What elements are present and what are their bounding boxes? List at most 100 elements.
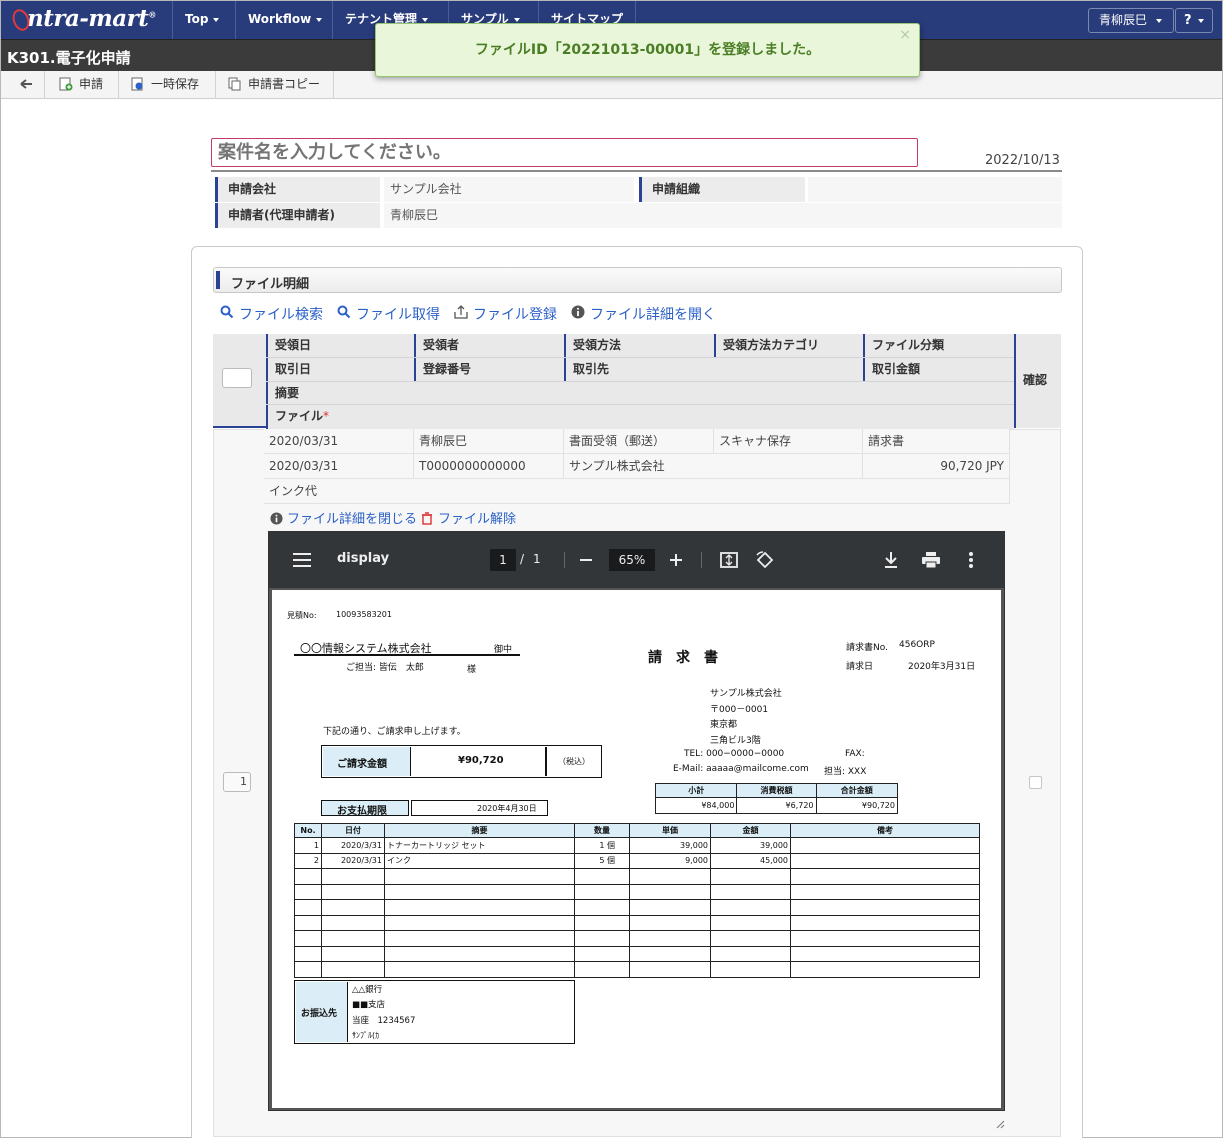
header-receiver: 受領者 — [414, 334, 564, 358]
summary-table: 小計 消費税額 合計金額 ¥84,000 ¥6,720 ¥90,720 — [654, 783, 899, 814]
pdf-file-name: display — [337, 551, 390, 566]
logo-text: ntra-mart — [27, 5, 149, 32]
header-partner: 取引先 — [564, 358, 863, 382]
trash-icon — [422, 512, 432, 525]
zoom-out-icon[interactable] — [580, 559, 592, 561]
rotate-icon[interactable] — [756, 551, 774, 569]
zoom-in-icon[interactable] — [670, 554, 682, 566]
nav-top-label: Top — [185, 12, 209, 26]
temp-save-label: 一時保存 — [151, 77, 200, 91]
print-icon[interactable] — [922, 552, 940, 568]
copy-icon — [228, 77, 241, 90]
invoice-date: 2020年3月31日 — [908, 662, 976, 672]
page-title: K301.電子化申請 — [7, 49, 131, 67]
toolbar-divider — [564, 552, 565, 568]
org-value — [808, 177, 1062, 202]
cell-received-date: 2020/03/31 — [264, 429, 414, 454]
total-tax-note: （税込） — [558, 757, 590, 766]
recipient-underline — [294, 654, 520, 656]
file-register-link[interactable]: ファイル登録 — [454, 304, 557, 324]
pdf-page: 見積No: 10093583201 〇〇情報システム株式会社 御中 ご担当: 皆… — [272, 590, 1001, 1108]
header-reg-number: 登録番号 — [414, 358, 564, 382]
header-summary: 摘要 — [266, 382, 1014, 406]
nav-workflow[interactable]: Workflow — [235, 1, 334, 39]
fit-page-icon[interactable] — [720, 552, 738, 568]
due-value: 2020年4月30日 — [477, 804, 537, 813]
applicant-row: 申請者(代理申請者) 青柳辰巳 — [211, 203, 1062, 228]
file-detail-close-link[interactable]: ファイル詳細を閉じる — [270, 508, 417, 527]
item-date: 2020/3/31 — [321, 852, 385, 869]
file-detail-close-label: ファイル詳細を閉じる — [287, 512, 418, 527]
more-options-icon[interactable] — [969, 552, 973, 568]
back-button[interactable] — [7, 71, 45, 99]
file-detail-open-label: ファイル詳細を開く — [590, 307, 716, 323]
header-accent — [216, 271, 220, 289]
item-desc: インク — [384, 852, 575, 869]
nav-workflow-label: Workflow — [248, 12, 312, 26]
header-confirm: 確認 — [1014, 334, 1061, 428]
issuer-fax: FAX: — [845, 749, 865, 759]
select-all-checkbox[interactable] — [222, 368, 252, 388]
user-menu[interactable]: 青柳辰巳 — [1088, 8, 1174, 33]
nav-top[interactable]: Top — [172, 1, 231, 39]
items-header: 備考 — [790, 823, 980, 838]
items-header: 金額 — [710, 823, 791, 838]
page-number-input[interactable]: 1 — [490, 549, 516, 571]
item-no: 1 — [294, 837, 322, 854]
copy-application-button[interactable]: 申請書コピー — [216, 71, 334, 99]
header-divider — [211, 170, 1062, 172]
table-row — [294, 868, 980, 885]
case-name-input[interactable] — [211, 138, 918, 167]
item-qty: 1 個 — [574, 837, 630, 854]
apply-button[interactable]: 申請 — [45, 71, 119, 99]
item-note — [790, 837, 980, 854]
item-no: 2 — [294, 852, 322, 869]
company-value: サンプル会社 — [384, 177, 634, 202]
item-price: 39,000 — [629, 837, 711, 854]
items-header: 単価 — [629, 823, 711, 838]
help-menu[interactable]: ? — [1175, 8, 1213, 33]
file-detail-open-link[interactable]: ファイル詳細を開く — [571, 304, 716, 324]
table-row — [294, 945, 980, 962]
search-icon — [337, 305, 351, 319]
info-icon — [571, 305, 585, 319]
header-received-date: 受領日 — [266, 334, 414, 358]
total-divider — [545, 747, 547, 776]
file-detail-header: ファイル明細 — [213, 267, 1062, 293]
total-label: ご請求金額 — [337, 759, 387, 770]
file-get-link[interactable]: ファイル取得 — [337, 304, 440, 324]
bank-label: お振込先 — [301, 1009, 338, 1019]
item-qty: 5 個 — [574, 852, 630, 869]
temp-save-button[interactable]: 一時保存 — [119, 71, 216, 99]
cell-partner: サンプル株式会社 — [564, 454, 863, 479]
items-header: 日付 — [321, 823, 385, 838]
download-icon[interactable] — [884, 551, 898, 568]
greeting-text: 下記の通り、ご請求申し上げます。 — [323, 727, 466, 737]
menu-icon[interactable] — [293, 553, 311, 567]
info-icon — [270, 512, 283, 525]
cell-method: 書面受領（郵送） — [564, 429, 714, 454]
table-row: 1 2020/3/31 トナーカートリッジ セット 1 個 39,000 39,… — [294, 837, 980, 854]
intra-mart-logo[interactable]: ntra-mart® — [9, 5, 156, 34]
chevron-down-icon — [1197, 18, 1204, 23]
header-method: 受領方法 — [564, 334, 714, 358]
file-search-link[interactable]: ファイル検索 — [220, 304, 323, 324]
total-value: ¥90,720 — [458, 755, 504, 766]
invoice-date-label: 請求日 — [846, 662, 874, 672]
confirm-checkbox[interactable] — [1029, 776, 1042, 789]
header-file-label: ファイル — [275, 409, 324, 423]
estimate-label: 見積No: — [287, 611, 317, 620]
file-search-label: ファイル検索 — [239, 307, 323, 323]
zoom-input[interactable]: 65% — [609, 549, 655, 571]
help-icon: ? — [1184, 13, 1192, 28]
issuer-city: 東京都 — [710, 720, 738, 730]
invoice-title: 請 求 書 — [648, 650, 718, 666]
bank-line: ｻﾝﾌﾟﾙ(ｶ — [352, 1031, 380, 1040]
close-icon[interactable]: × — [899, 28, 911, 42]
row-number[interactable]: 1 — [223, 772, 251, 792]
document-save-icon — [131, 77, 143, 90]
file-release-link[interactable]: ファイル解除 — [421, 508, 516, 527]
required-mark: * — [323, 409, 330, 423]
invoice-no: 456ORP — [899, 640, 935, 650]
resize-handle-icon[interactable] — [996, 1120, 1005, 1129]
